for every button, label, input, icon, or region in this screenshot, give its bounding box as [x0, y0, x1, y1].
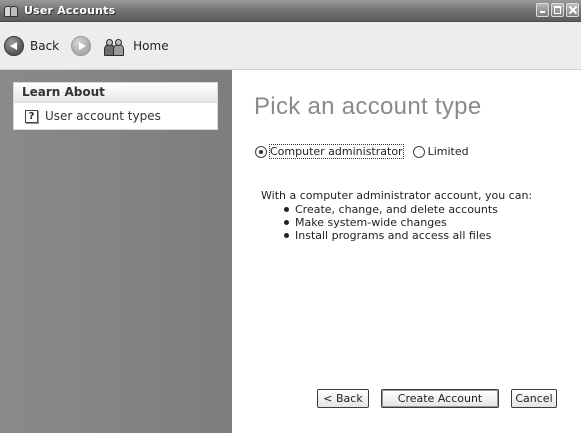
radio-limited[interactable] [412, 145, 425, 158]
back-label: Back [30, 38, 60, 53]
sidebar: Learn About ? User account types [0, 70, 232, 433]
minimize-button[interactable] [536, 3, 549, 17]
list-item: Install programs and access all files [284, 229, 561, 242]
forward-button[interactable] [71, 35, 92, 56]
user-accounts-icon [4, 5, 18, 17]
main-content: Pick an account type Computer administra… [232, 70, 581, 433]
list-item: Create, change, and delete accounts [284, 203, 561, 216]
description-intro: With a computer administrator account, y… [261, 189, 533, 202]
help-icon: ? [25, 109, 38, 123]
back-arrow-icon [4, 35, 24, 56]
title-bar: User Accounts [0, 0, 581, 22]
back-step-button[interactable]: < Back [317, 389, 369, 408]
radio-computer-administrator[interactable] [255, 145, 267, 158]
cancel-button[interactable]: Cancel [511, 389, 557, 408]
create-account-button[interactable]: Create Account [381, 389, 499, 408]
page-title: Pick an account type [254, 93, 482, 120]
maximize-button[interactable] [551, 3, 564, 17]
forward-arrow-icon [71, 35, 92, 56]
back-button[interactable]: Back [4, 35, 60, 56]
home-button[interactable]: Home [103, 36, 169, 56]
account-description: With a computer administrator account, y… [261, 189, 561, 242]
window-controls [536, 3, 579, 17]
sidebar-item-user-account-types[interactable]: ? User account types [14, 103, 217, 129]
radio-label-computer-administrator[interactable]: Computer administrator [269, 144, 404, 159]
window-title: User Accounts [24, 4, 116, 17]
learn-about-panel: Learn About ? User account types [13, 82, 218, 130]
account-type-options: Computer administrator Limited [255, 144, 469, 159]
list-item: Make system-wide changes [284, 216, 561, 229]
close-button[interactable] [566, 3, 579, 17]
users-home-icon [103, 36, 127, 56]
home-label: Home [133, 38, 169, 53]
navigation-toolbar: Back Home [0, 22, 581, 70]
radio-label-limited[interactable]: Limited [428, 145, 469, 158]
capabilities-list: Create, change, and delete accounts Make… [261, 203, 561, 242]
sidebar-item-label: User account types [45, 109, 161, 123]
learn-about-heading: Learn About [14, 83, 217, 103]
